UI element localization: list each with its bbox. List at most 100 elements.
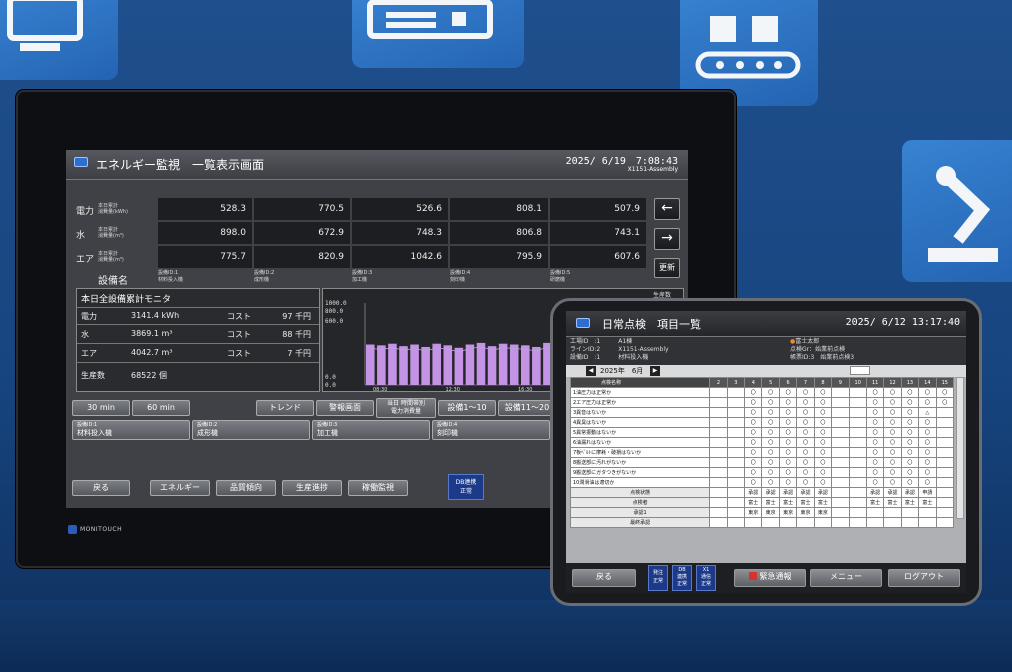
check-cell[interactable]: 〇 — [865, 457, 885, 468]
check-cell[interactable]: 〇 — [900, 407, 920, 418]
back-arrow-button[interactable]: ← — [654, 198, 680, 220]
check-cell[interactable] — [935, 427, 955, 438]
check-cell[interactable]: 〇 — [744, 447, 763, 458]
table-row[interactable]: 3異音はないか〇〇〇〇〇〇〇〇 △ — [569, 407, 955, 418]
check-cell[interactable] — [848, 417, 867, 428]
summary-cell[interactable]: 承認 — [883, 487, 902, 498]
check-cell[interactable]: 〇 — [865, 407, 885, 418]
table-row[interactable]: 5異常振動はないか〇〇〇〇〇〇〇〇〇 — [569, 427, 955, 438]
check-cell[interactable]: 〇 — [778, 447, 798, 458]
final-approve-cell[interactable] — [848, 517, 867, 528]
check-cell[interactable]: 〇 — [865, 467, 885, 478]
check-cell[interactable] — [831, 427, 850, 438]
check-cell[interactable]: 〇 — [796, 427, 815, 438]
check-cell[interactable] — [848, 397, 867, 408]
summary-cell[interactable] — [831, 507, 850, 518]
table-row[interactable]: 2エア圧力は正常か〇〇〇〇〇〇〇〇〇〇 — [569, 397, 955, 408]
check-cell[interactable]: 〇 — [918, 457, 937, 468]
check-cell[interactable] — [726, 387, 746, 398]
check-cell[interactable]: 〇 — [778, 407, 798, 418]
check-cell[interactable] — [726, 397, 746, 408]
check-cell[interactable]: 〇 — [883, 467, 902, 478]
summary-cell[interactable]: 富士 — [918, 497, 937, 508]
summary-cell[interactable]: 富士 — [744, 497, 763, 508]
check-cell[interactable]: 〇 — [813, 467, 833, 478]
check-cell[interactable]: 〇 — [744, 477, 763, 488]
final-approve-cell[interactable] — [796, 517, 815, 528]
summary-cell[interactable] — [709, 507, 728, 518]
check-cell[interactable]: 〇 — [813, 437, 833, 448]
energy-button[interactable]: エネルギー — [150, 480, 210, 496]
check-cell[interactable] — [726, 447, 746, 458]
summary-cell[interactable]: 東京 — [778, 507, 798, 518]
check-cell[interactable]: 〇 — [813, 407, 833, 418]
table-row[interactable]: 10潤滑油は適切か〇〇〇〇〇〇〇〇〇 — [569, 477, 955, 488]
check-cell[interactable]: 〇 — [761, 407, 780, 418]
check-cell[interactable]: 〇 — [744, 437, 763, 448]
check-cell[interactable] — [848, 447, 867, 458]
check-cell[interactable] — [935, 447, 955, 458]
check-cell[interactable] — [709, 467, 728, 478]
check-cell[interactable]: 〇 — [796, 467, 815, 478]
check-cell[interactable] — [935, 467, 955, 478]
check-cell[interactable] — [831, 397, 850, 408]
summary-cell[interactable] — [865, 507, 885, 518]
check-cell[interactable]: 〇 — [883, 437, 902, 448]
check-cell[interactable]: 〇 — [918, 397, 937, 408]
check-cell[interactable]: 〇 — [865, 387, 885, 398]
check-cell[interactable] — [709, 397, 728, 408]
check-cell[interactable]: 〇 — [883, 457, 902, 468]
table-row[interactable]: 7板ﾍﾞﾙﾄに摩耗・破損はないか〇〇〇〇〇〇〇〇〇 — [569, 447, 955, 458]
table-row[interactable]: 1油圧力は正常か〇〇〇〇〇〇〇〇〇〇 — [569, 387, 955, 398]
check-cell[interactable]: 〇 — [778, 467, 798, 478]
table-row[interactable]: 8搬送部に汚れがないか〇〇〇〇〇〇〇〇〇 — [569, 457, 955, 468]
check-cell[interactable]: 〇 — [796, 387, 815, 398]
check-cell[interactable] — [709, 427, 728, 438]
table-row[interactable]: 4異臭はないか〇〇〇〇〇〇〇〇〇 — [569, 417, 955, 428]
check-cell[interactable] — [848, 407, 867, 418]
check-cell[interactable]: 〇 — [796, 437, 815, 448]
check-cell[interactable]: 〇 — [900, 427, 920, 438]
check-cell[interactable]: 〇 — [900, 447, 920, 458]
equipment-tab[interactable]: 設備ID:1 材料投入機 — [72, 420, 190, 440]
check-cell[interactable]: 〇 — [865, 447, 885, 458]
60min-button[interactable]: 60 min — [132, 400, 190, 416]
final-approve-cell[interactable] — [761, 517, 780, 528]
check-cell[interactable]: 〇 — [918, 467, 937, 478]
check-cell[interactable]: 〇 — [744, 397, 763, 408]
check-cell[interactable] — [726, 457, 746, 468]
summary-cell[interactable]: 富士 — [796, 497, 815, 508]
check-cell[interactable]: 〇 — [744, 427, 763, 438]
summary-cell[interactable] — [726, 487, 746, 498]
summary-cell[interactable] — [848, 497, 867, 508]
check-cell[interactable] — [726, 467, 746, 478]
table-row[interactable]: 9搬送部にガタつきがないか〇〇〇〇〇〇〇〇〇 — [569, 467, 955, 478]
check-cell[interactable]: 〇 — [778, 417, 798, 428]
summary-cell[interactable]: 承認 — [900, 487, 920, 498]
equipment-tab[interactable]: 設備ID:2 成形機 — [192, 420, 310, 440]
summary-cell[interactable]: 承認 — [865, 487, 885, 498]
check-cell[interactable]: 〇 — [796, 417, 815, 428]
check-cell[interactable]: 〇 — [778, 427, 798, 438]
summary-cell[interactable]: 東京 — [796, 507, 815, 518]
check-cell[interactable]: 〇 — [796, 397, 815, 408]
check-cell[interactable] — [709, 387, 728, 398]
summary-cell[interactable] — [831, 487, 850, 498]
summary-cell[interactable]: 東京 — [744, 507, 763, 518]
check-cell[interactable]: 〇 — [883, 447, 902, 458]
summary-cell[interactable] — [848, 507, 867, 518]
summary-cell[interactable] — [935, 507, 955, 518]
summary-cell[interactable] — [726, 497, 746, 508]
check-cell[interactable]: 〇 — [900, 437, 920, 448]
check-cell[interactable]: 〇 — [865, 417, 885, 428]
trend-button[interactable]: トレンド — [256, 400, 314, 416]
summary-cell[interactable]: 承認 — [778, 487, 798, 498]
summary-cell[interactable]: 富士 — [778, 497, 798, 508]
check-cell[interactable] — [709, 477, 728, 488]
check-cell[interactable]: 〇 — [744, 417, 763, 428]
check-cell[interactable]: 〇 — [865, 477, 885, 488]
check-cell[interactable] — [726, 437, 746, 448]
summary-cell[interactable] — [848, 487, 867, 498]
summary-cell[interactable]: 富士 — [865, 497, 885, 508]
check-cell[interactable]: 〇 — [813, 417, 833, 428]
